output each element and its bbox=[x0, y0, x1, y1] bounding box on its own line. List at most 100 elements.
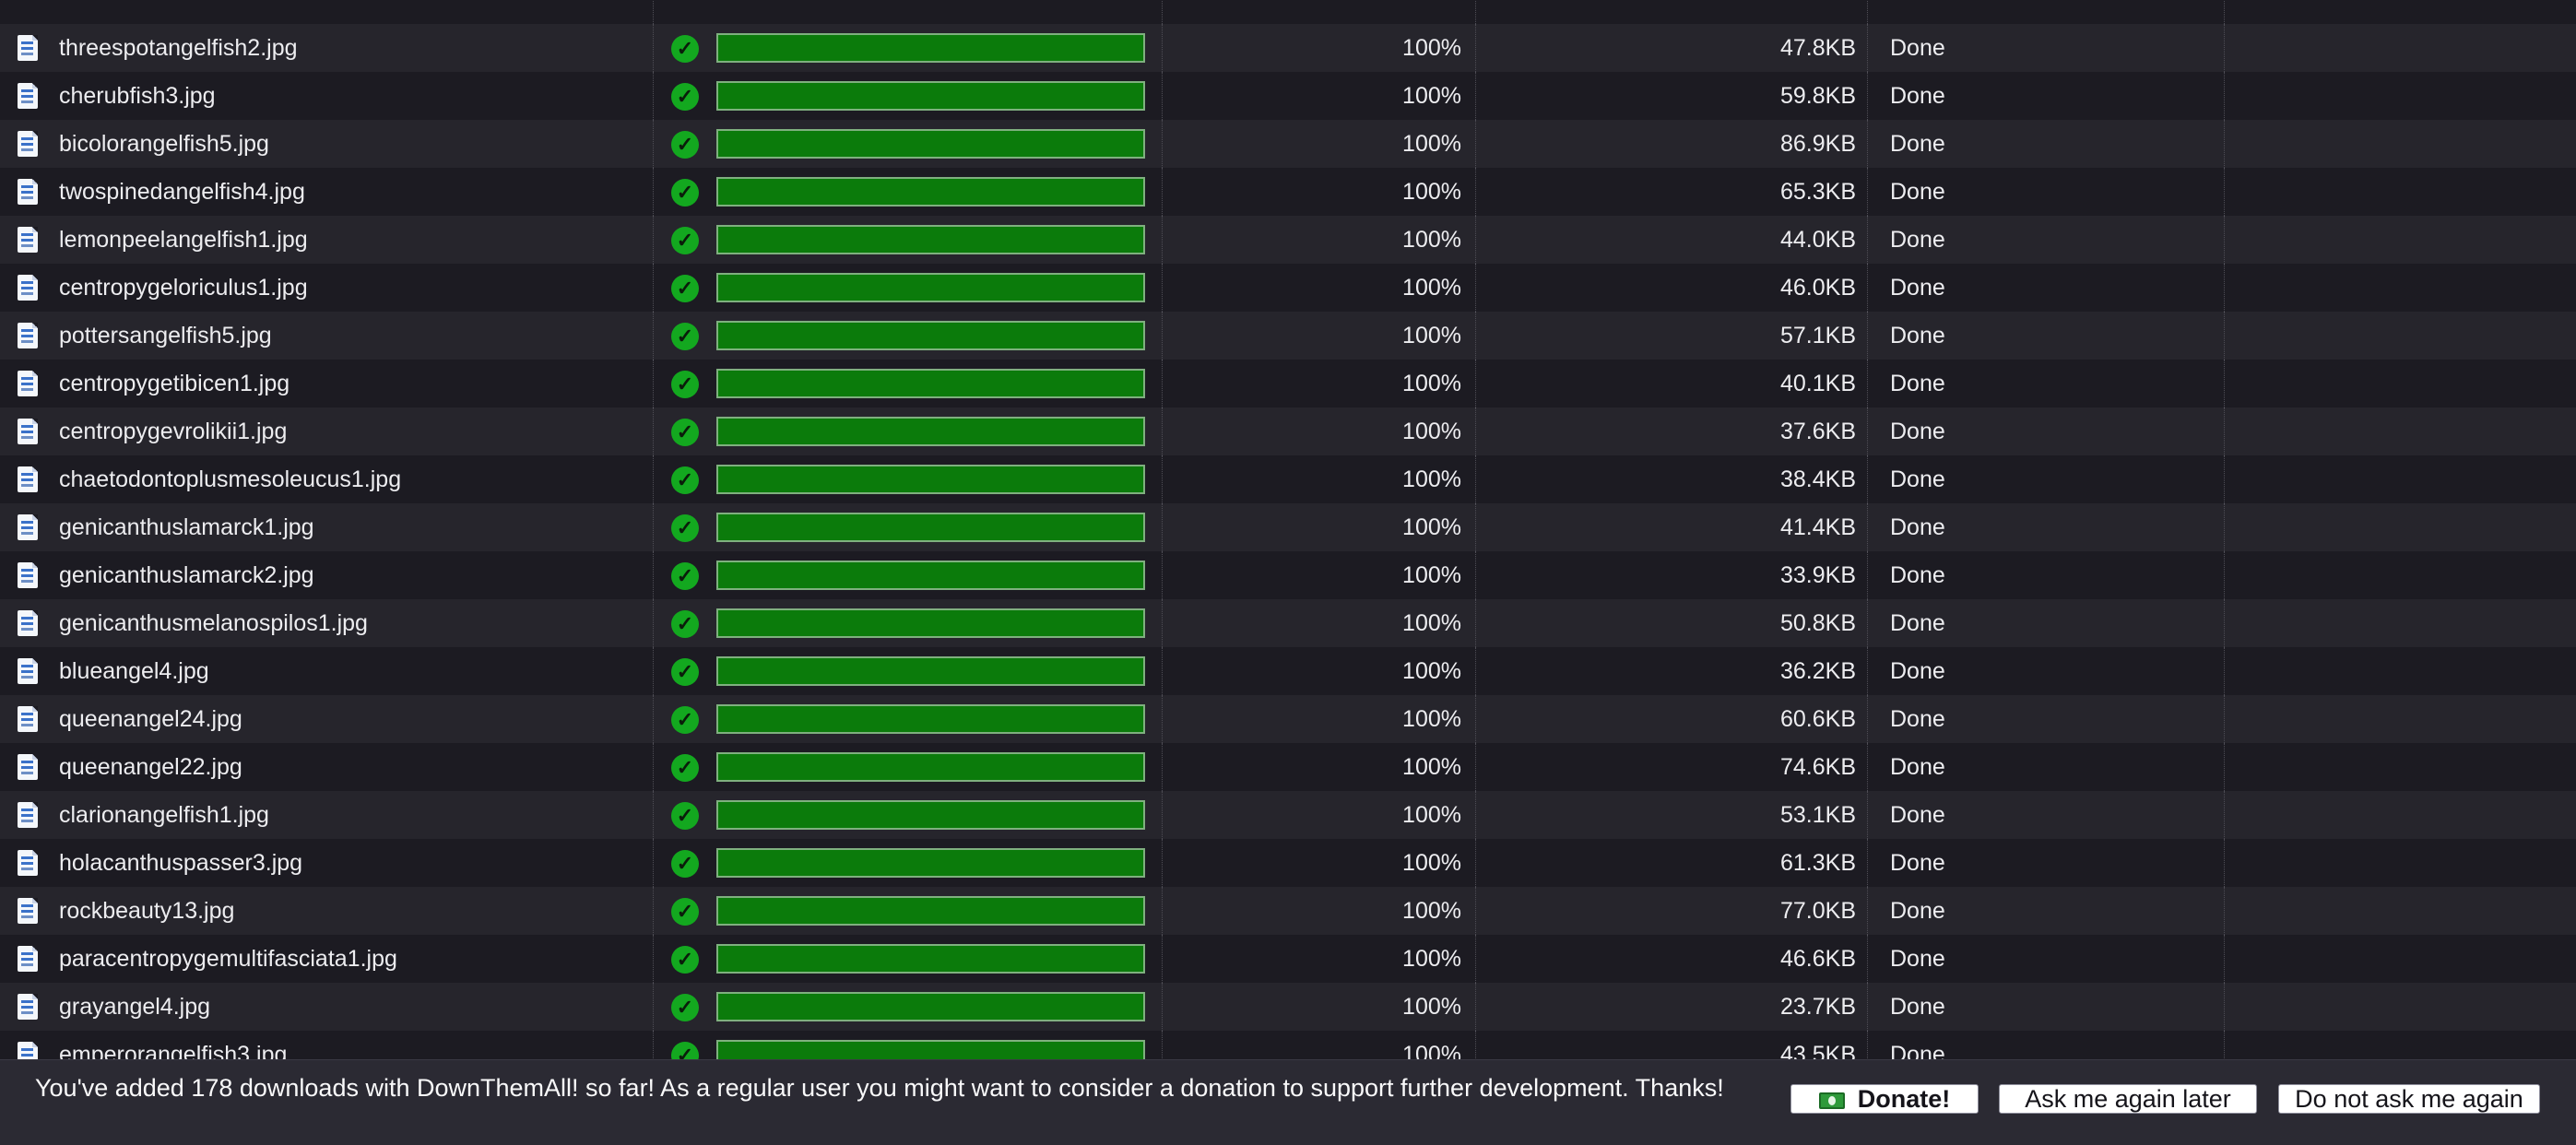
progress-bar bbox=[716, 752, 1145, 782]
table-row[interactable]: clarionangelfish1.jpg ✓ 100% 53.1KB Done bbox=[0, 791, 2576, 839]
table-row[interactable]: genicanthuslamarck2.jpg ✓ 100% 33.9KB Do… bbox=[0, 551, 2576, 599]
checkmark-circle-icon: ✓ bbox=[671, 562, 699, 590]
table-row[interactable]: holacanthuspasser3.jpg ✓ 100% 61.3KB Don… bbox=[0, 839, 2576, 887]
download-percent: 100% bbox=[1402, 275, 1461, 301]
column-divider bbox=[653, 503, 654, 551]
progress-bar bbox=[716, 656, 1145, 686]
table-row[interactable]: queenangel24.jpg ✓ 100% 60.6KB Done bbox=[0, 695, 2576, 743]
column-divider bbox=[653, 72, 654, 120]
progress-bar-fill bbox=[718, 35, 1143, 61]
image-file-icon bbox=[18, 323, 38, 348]
progress-bar bbox=[716, 561, 1145, 590]
download-filename: lemonpeelangelfish1.jpg bbox=[59, 227, 308, 253]
progress-bar bbox=[716, 704, 1145, 734]
table-row[interactable]: lemonpeelangelfish1.jpg ✓ 100% 44.0KB Do… bbox=[0, 216, 2576, 264]
download-filename: clarionangelfish1.jpg bbox=[59, 802, 269, 828]
column-divider bbox=[2224, 168, 2225, 216]
table-row[interactable]: blueangel4.jpg ✓ 100% 36.2KB Done bbox=[0, 647, 2576, 695]
checkmark-circle-icon: ✓ bbox=[671, 994, 699, 1021]
download-size: 57.1KB bbox=[1779, 323, 1856, 348]
table-row[interactable]: genicanthusmelanospilos1.jpg ✓ 100% 50.8… bbox=[0, 599, 2576, 647]
table-row[interactable]: bicolorangelfish5.jpg ✓ 100% 86.9KB Done bbox=[0, 120, 2576, 168]
download-filename: genicanthuslamarck1.jpg bbox=[59, 514, 314, 540]
download-percent: 100% bbox=[1402, 83, 1461, 109]
column-divider bbox=[1162, 360, 1163, 407]
download-percent: 100% bbox=[1402, 754, 1461, 780]
progress-bar-fill bbox=[718, 179, 1143, 205]
image-file-icon bbox=[18, 179, 38, 205]
table-row-partial[interactable] bbox=[0, 0, 2576, 24]
download-size: 23.7KB bbox=[1779, 994, 1856, 1020]
checkmark-circle-icon: ✓ bbox=[671, 179, 699, 207]
column-divider bbox=[1475, 1031, 1476, 1059]
table-row[interactable]: queenangel22.jpg ✓ 100% 74.6KB Done bbox=[0, 743, 2576, 791]
column-divider bbox=[1867, 1031, 1868, 1059]
progress-bar-fill bbox=[718, 275, 1143, 301]
table-row[interactable]: pottersangelfish5.jpg ✓ 100% 57.1KB Done bbox=[0, 312, 2576, 360]
column-divider bbox=[1162, 791, 1163, 839]
table-row[interactable]: emperorangelfish3.jpg ✓ 100% 43.5KB Done bbox=[0, 1031, 2576, 1059]
download-percent: 100% bbox=[1402, 419, 1461, 444]
column-divider bbox=[653, 551, 654, 599]
download-filename: bicolorangelfish5.jpg bbox=[59, 131, 269, 157]
progress-bar bbox=[716, 848, 1145, 878]
column-divider bbox=[1162, 503, 1163, 551]
progress-bar-fill bbox=[718, 562, 1143, 588]
column-divider bbox=[1867, 455, 1868, 503]
download-size: 43.5KB bbox=[1779, 1042, 1856, 1059]
image-file-icon bbox=[18, 850, 38, 876]
donate-button[interactable]: Donate! bbox=[1790, 1084, 1979, 1114]
column-divider bbox=[1475, 264, 1476, 312]
checkmark-circle-icon: ✓ bbox=[671, 706, 699, 734]
progress-bar bbox=[716, 800, 1145, 830]
download-status: Done bbox=[1890, 323, 1945, 348]
column-divider bbox=[653, 407, 654, 455]
column-divider bbox=[2224, 503, 2225, 551]
download-percent: 100% bbox=[1402, 323, 1461, 348]
checkmark-circle-icon: ✓ bbox=[671, 371, 699, 398]
progress-bar bbox=[716, 608, 1145, 638]
table-row[interactable]: centropygetibicen1.jpg ✓ 100% 40.1KB Don… bbox=[0, 360, 2576, 407]
table-row[interactable]: chaetodontoplusmesoleucus1.jpg ✓ 100% 38… bbox=[0, 455, 2576, 503]
column-divider bbox=[1162, 599, 1163, 647]
table-row[interactable]: centropygevrolikii1.jpg ✓ 100% 37.6KB Do… bbox=[0, 407, 2576, 455]
table-row[interactable]: centropygeloriculus1.jpg ✓ 100% 46.0KB D… bbox=[0, 264, 2576, 312]
column-divider bbox=[2224, 647, 2225, 695]
do-not-ask-button[interactable]: Do not ask me again bbox=[2278, 1084, 2540, 1114]
table-row[interactable]: threespotangelfish2.jpg ✓ 100% 47.8KB Do… bbox=[0, 24, 2576, 72]
column-divider bbox=[653, 887, 654, 935]
table-row[interactable]: twospinedangelfish4.jpg ✓ 100% 65.3KB Do… bbox=[0, 168, 2576, 216]
progress-bar bbox=[716, 321, 1145, 350]
column-divider bbox=[2224, 599, 2225, 647]
progress-bar-fill bbox=[718, 466, 1143, 492]
download-percent: 100% bbox=[1402, 706, 1461, 732]
column-divider bbox=[653, 312, 654, 360]
download-filename: holacanthuspasser3.jpg bbox=[59, 850, 303, 876]
table-row[interactable]: rockbeauty13.jpg ✓ 100% 77.0KB Done bbox=[0, 887, 2576, 935]
ask-later-button[interactable]: Ask me again later bbox=[1999, 1084, 2257, 1114]
download-status: Done bbox=[1890, 946, 1945, 972]
table-row[interactable]: genicanthuslamarck1.jpg ✓ 100% 41.4KB Do… bbox=[0, 503, 2576, 551]
progress-bar bbox=[716, 944, 1145, 974]
download-size: 77.0KB bbox=[1779, 898, 1856, 924]
downloads-table[interactable]: threespotangelfish2.jpg ✓ 100% 47.8KB Do… bbox=[0, 0, 2576, 1059]
column-divider bbox=[653, 264, 654, 312]
image-file-icon bbox=[18, 514, 38, 540]
table-row[interactable]: cherubfish3.jpg ✓ 100% 59.8KB Done bbox=[0, 72, 2576, 120]
column-divider bbox=[1867, 887, 1868, 935]
download-filename: pottersangelfish5.jpg bbox=[59, 323, 272, 348]
progress-bar-fill bbox=[718, 994, 1143, 1020]
column-divider bbox=[1867, 360, 1868, 407]
download-size: 86.9KB bbox=[1779, 131, 1856, 157]
column-divider bbox=[1162, 743, 1163, 791]
table-row[interactable]: paracentropygemultifasciata1.jpg ✓ 100% … bbox=[0, 935, 2576, 983]
table-row[interactable]: grayangel4.jpg ✓ 100% 23.7KB Done bbox=[0, 983, 2576, 1031]
column-divider bbox=[1867, 647, 1868, 695]
download-filename: twospinedangelfish4.jpg bbox=[59, 179, 305, 205]
column-divider bbox=[653, 839, 654, 887]
column-divider bbox=[1867, 935, 1868, 983]
image-file-icon bbox=[18, 754, 38, 780]
column-divider bbox=[1475, 120, 1476, 168]
download-size: 40.1KB bbox=[1779, 371, 1856, 396]
progress-bar bbox=[716, 369, 1145, 398]
